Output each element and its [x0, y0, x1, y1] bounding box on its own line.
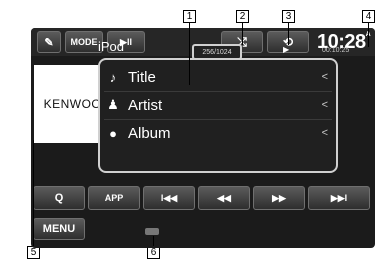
elapsed-time: 00:10:25 [322, 47, 350, 54]
head-unit-screen: ✎ MODE ▶II ⤮ ⟲ 10:28A iPod 256/1024 ▶ 00… [31, 28, 375, 248]
title-row[interactable]: ♪ Title < [104, 63, 332, 92]
artist-label: Artist [128, 96, 163, 114]
track-info-panel: ♪ Title < ♟ Artist < ● Album < [98, 58, 338, 173]
callout-4: 4 [362, 10, 375, 23]
title-label: Title [128, 68, 156, 86]
artist-row[interactable]: ♟ Artist < [104, 91, 332, 120]
callout-6-leader [153, 236, 154, 246]
callout-5-leader [33, 140, 34, 246]
device-icon: ✎ [44, 36, 54, 49]
album-label: Album [128, 124, 171, 142]
callout-2-leader [242, 23, 243, 45]
fast-forward-button[interactable]: ▶▶ [253, 186, 305, 210]
app-button[interactable]: APP [88, 186, 140, 210]
callout-2: 2 [236, 10, 249, 23]
callout-3-leader [288, 23, 289, 45]
source-icon-button[interactable]: ✎ [37, 31, 61, 53]
chevron-left-icon: < [321, 127, 328, 139]
menu-button[interactable]: MENU [33, 218, 85, 240]
person-icon: ♟ [107, 97, 119, 112]
chevron-left-icon: < [321, 71, 328, 83]
search-button[interactable]: Q [33, 186, 85, 210]
music-note-icon: ♪ [109, 69, 117, 85]
album-row[interactable]: ● Album < [104, 119, 332, 147]
chevron-left-icon: < [321, 99, 328, 111]
callout-1: 1 [183, 10, 196, 23]
source-name: iPod [98, 39, 125, 54]
previous-track-button[interactable]: I◀◀ [143, 186, 195, 210]
control-bar: Q APP I◀◀ ◀◀ ▶▶ ▶▶I [31, 186, 375, 212]
callout-4-leader [368, 23, 369, 47]
callout-1-leader [189, 23, 190, 85]
disc-icon: ● [109, 125, 117, 141]
callout-3: 3 [282, 10, 295, 23]
next-track-button[interactable]: ▶▶I [308, 186, 370, 210]
play-status-icon: ▶ [283, 45, 290, 54]
rewind-button[interactable]: ◀◀ [198, 186, 250, 210]
page-indicator [145, 228, 159, 235]
